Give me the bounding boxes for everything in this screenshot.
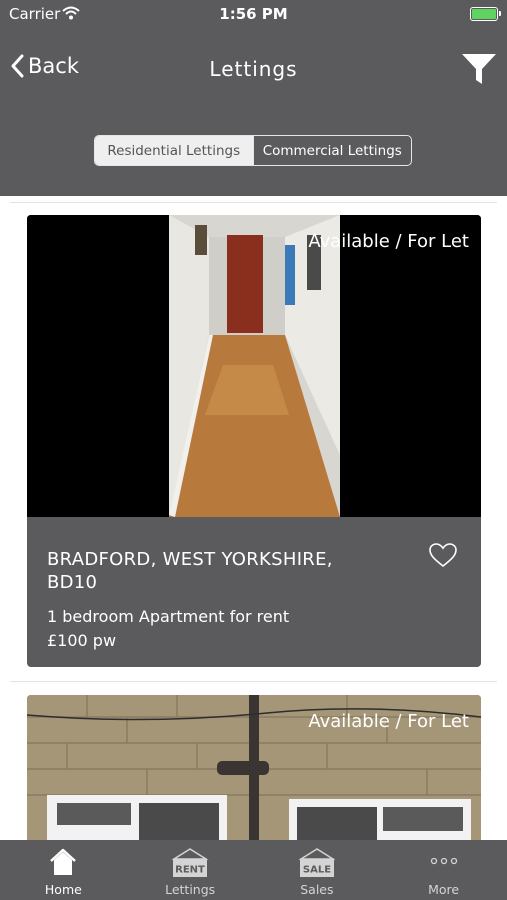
tab-more[interactable]: More (380, 840, 507, 900)
tab-sales-label: Sales (300, 882, 334, 897)
rent-sign-icon: RENT (171, 848, 209, 877)
listing-photo[interactable]: Available / For Let (27, 695, 481, 840)
battery-icon (470, 7, 501, 21)
header: Carrier 1:56 PM Back Lettings Residentia… (0, 0, 507, 196)
tab-sales[interactable]: SALE Sales (254, 840, 381, 900)
sale-sign-text: SALE (303, 865, 331, 876)
tab-lettings-label: Lettings (165, 882, 216, 897)
divider (10, 202, 497, 203)
tab-lettings[interactable]: RENT Lettings (127, 840, 254, 900)
divider (10, 681, 497, 682)
more-icon (430, 857, 457, 865)
segment-commercial-lettings[interactable]: Commercial Lettings (252, 136, 412, 165)
favorite-heart-icon[interactable] (429, 543, 457, 568)
tab-bar: Home RENT Lettings SALE Sales More (0, 840, 507, 900)
lettings-type-segmented-control: Residential Lettings Commercial Lettings (94, 135, 412, 166)
listing-photo[interactable]: Available / For Let (27, 215, 481, 517)
tab-home[interactable]: Home (0, 840, 127, 900)
listing-address: BRADFORD, WEST YORKSHIRE, BD10 (47, 549, 333, 593)
clock: 1:56 PM (219, 5, 288, 23)
listing-price: £100 pw (47, 631, 117, 650)
status-bar: Carrier 1:56 PM (0, 0, 507, 28)
tab-more-label: More (428, 882, 460, 897)
availability-status: Available / For Let (308, 231, 469, 252)
listing-details: BRADFORD, WEST YORKSHIRE, BD10 1 bedroom… (27, 517, 481, 667)
listings-scroll[interactable]: Available / For Let BRADFORD, WEST YORKS… (0, 196, 507, 840)
listing-card[interactable]: Available / For Let BRADFORD, WEST YORKS… (27, 215, 481, 667)
tab-home-label: Home (44, 882, 82, 897)
availability-status: Available / For Let (308, 711, 469, 732)
listing-card[interactable]: Available / For Let (27, 695, 481, 840)
rent-sign-text: RENT (175, 865, 205, 876)
sale-sign-icon: SALE (298, 848, 336, 877)
page-title: Lettings (209, 57, 298, 81)
segment-residential-lettings[interactable]: Residential Lettings (95, 136, 253, 165)
hallway-photo (27, 215, 481, 517)
filter-icon[interactable] (461, 52, 497, 86)
listing-description: 1 bedroom Apartment for rent (47, 607, 290, 626)
home-icon (50, 848, 77, 875)
